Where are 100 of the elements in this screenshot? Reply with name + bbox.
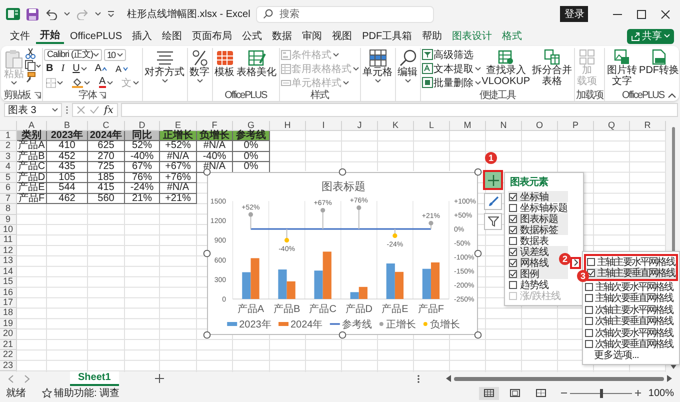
number-format-button[interactable]: 数字 [188,48,211,84]
accessibility-status[interactable]: 辅助功能: 调查 [54,386,120,400]
insert-function-button[interactable]: fx [104,104,114,116]
fill-color-button[interactable] [70,76,92,88]
row-header[interactable]: 12 [0,246,17,256]
row-header[interactable]: 7 [0,194,17,204]
checkbox[interactable] [585,306,593,314]
checkbox[interactable] [509,236,517,244]
menu-item[interactable]: 次轴主要垂直网格线 [584,316,678,327]
row-header[interactable]: 3 [0,152,17,162]
checkbox[interactable] [585,294,593,302]
cells-button[interactable]: 单元格 [362,48,394,84]
menu-item[interactable]: 趋势线 [508,279,568,290]
menu-item[interactable]: 主轴次要水平网格线 [584,281,678,292]
menu-item[interactable]: 次轴主要水平网格线 [584,304,678,316]
selection-handle[interactable] [474,250,482,258]
row-header[interactable]: 22 [0,350,17,361]
underline-button[interactable]: U [70,62,89,74]
checkbox[interactable] [509,280,517,288]
column-header[interactable]: O [522,121,558,131]
next-sheet-icon[interactable] [24,374,30,383]
italic-button[interactable]: I [59,62,67,74]
row-header[interactable]: 10 [0,224,17,236]
row-header[interactable]: 5 [0,172,17,184]
scroll-right-icon[interactable] [667,375,672,382]
column-header[interactable]: E [160,121,197,131]
row-header[interactable]: 19 [0,318,17,330]
scroll-left-icon[interactable] [446,375,451,382]
formula-input[interactable] [121,103,678,117]
alignment-button[interactable]: 对齐方式 [144,48,186,84]
bold-button[interactable]: B [44,62,56,74]
checkbox[interactable] [585,317,593,326]
format-painter-icon[interactable] [25,72,36,83]
tool-button[interactable]: 高级筛选 [422,48,481,61]
menu-item[interactable]: 主轴次要垂直网格线 [584,292,678,304]
share-button[interactable]: 共享 [627,28,674,44]
zoom-percent[interactable]: 100% [648,388,674,399]
sheet-tab[interactable]: Sheet1 [70,371,119,386]
checkbox[interactable] [509,204,517,212]
menu-item[interactable]: 误差线 [508,246,568,257]
menu-item[interactable]: 主轴主要垂直网格线 [586,268,676,279]
borders-button[interactable] [44,76,65,88]
pdf-convert-button[interactable]: PDF转换 [638,48,680,76]
column-header[interactable]: N [486,121,522,131]
menu-item[interactable]: 次轴次要垂直网格线 [584,338,678,350]
view-button[interactable] [479,386,500,400]
checkbox[interactable] [509,226,517,234]
selection-handle[interactable] [338,331,346,339]
undo-icon[interactable] [45,8,58,20]
row-header[interactable]: 8 [0,204,17,214]
menu-tab[interactable]: 公式 [238,28,266,44]
collapse-ribbon-icon[interactable] [668,93,676,98]
more-options-item[interactable]: 更多选项... [584,350,678,362]
customize-toolbar-icon[interactable] [107,10,115,18]
lookup-button[interactable]: 查找录入 VLOOKUP [480,48,532,87]
menu-tab[interactable]: 开始 [36,28,64,44]
selection-handle[interactable] [474,331,482,339]
submenu-arrow-button[interactable] [570,256,581,268]
cut-icon[interactable] [25,48,36,59]
row-header[interactable]: 2 [0,141,17,152]
font-size-select[interactable]: 10 [104,48,126,60]
row-header[interactable]: 16 [0,288,17,298]
name-box[interactable]: 图表 3 [4,103,62,117]
zoom-out-icon[interactable] [561,390,568,396]
menu-item[interactable]: 图表标题 [508,213,568,224]
menu-tab[interactable]: 视图 [328,28,356,44]
menu-item[interactable]: 数据表 [508,235,568,246]
column-header[interactable]: K [378,121,414,131]
save-icon[interactable] [26,8,39,20]
column-header[interactable]: H [270,121,306,131]
shrink-font-button[interactable]: A [113,62,130,74]
selection-handle[interactable] [338,168,346,176]
column-header[interactable]: A [17,121,47,131]
copy-icon[interactable] [25,60,41,71]
sign-in-button[interactable]: 登录 [560,6,588,22]
template-button[interactable]: 模板 [214,48,236,78]
grow-font-button[interactable]: A [92,62,110,74]
row-header[interactable]: 18 [0,308,17,319]
menu-tab[interactable]: PDF工具箱 [358,28,416,44]
menu-tab[interactable]: 帮助 [418,28,446,44]
column-header[interactable]: J [342,121,378,131]
menu-tab[interactable]: 审阅 [298,28,326,44]
checkbox[interactable] [509,248,517,256]
row-header[interactable]: 4 [0,162,17,173]
row-header[interactable]: 9 [0,214,17,225]
selection-handle[interactable] [203,250,211,258]
previous-sheet-icon[interactable] [8,374,14,383]
column-header[interactable]: F [197,121,233,131]
search-field[interactable]: 搜索 [256,6,434,22]
menu-item[interactable]: 主轴主要水平网格线 [586,256,676,268]
column-header[interactable]: C [88,121,125,131]
font-color-button[interactable]: A [97,76,115,88]
menu-tab[interactable]: 页面布局 [188,28,236,44]
row-header[interactable]: 13 [0,256,17,267]
row-header[interactable]: 21 [0,340,17,350]
more-options-icon[interactable] [417,374,420,384]
checkbox[interactable] [509,214,517,222]
split-merge-button[interactable]: 拆分合并 表格 [531,48,574,87]
checkbox[interactable] [509,258,517,266]
add-sheet-icon[interactable] [154,374,164,384]
